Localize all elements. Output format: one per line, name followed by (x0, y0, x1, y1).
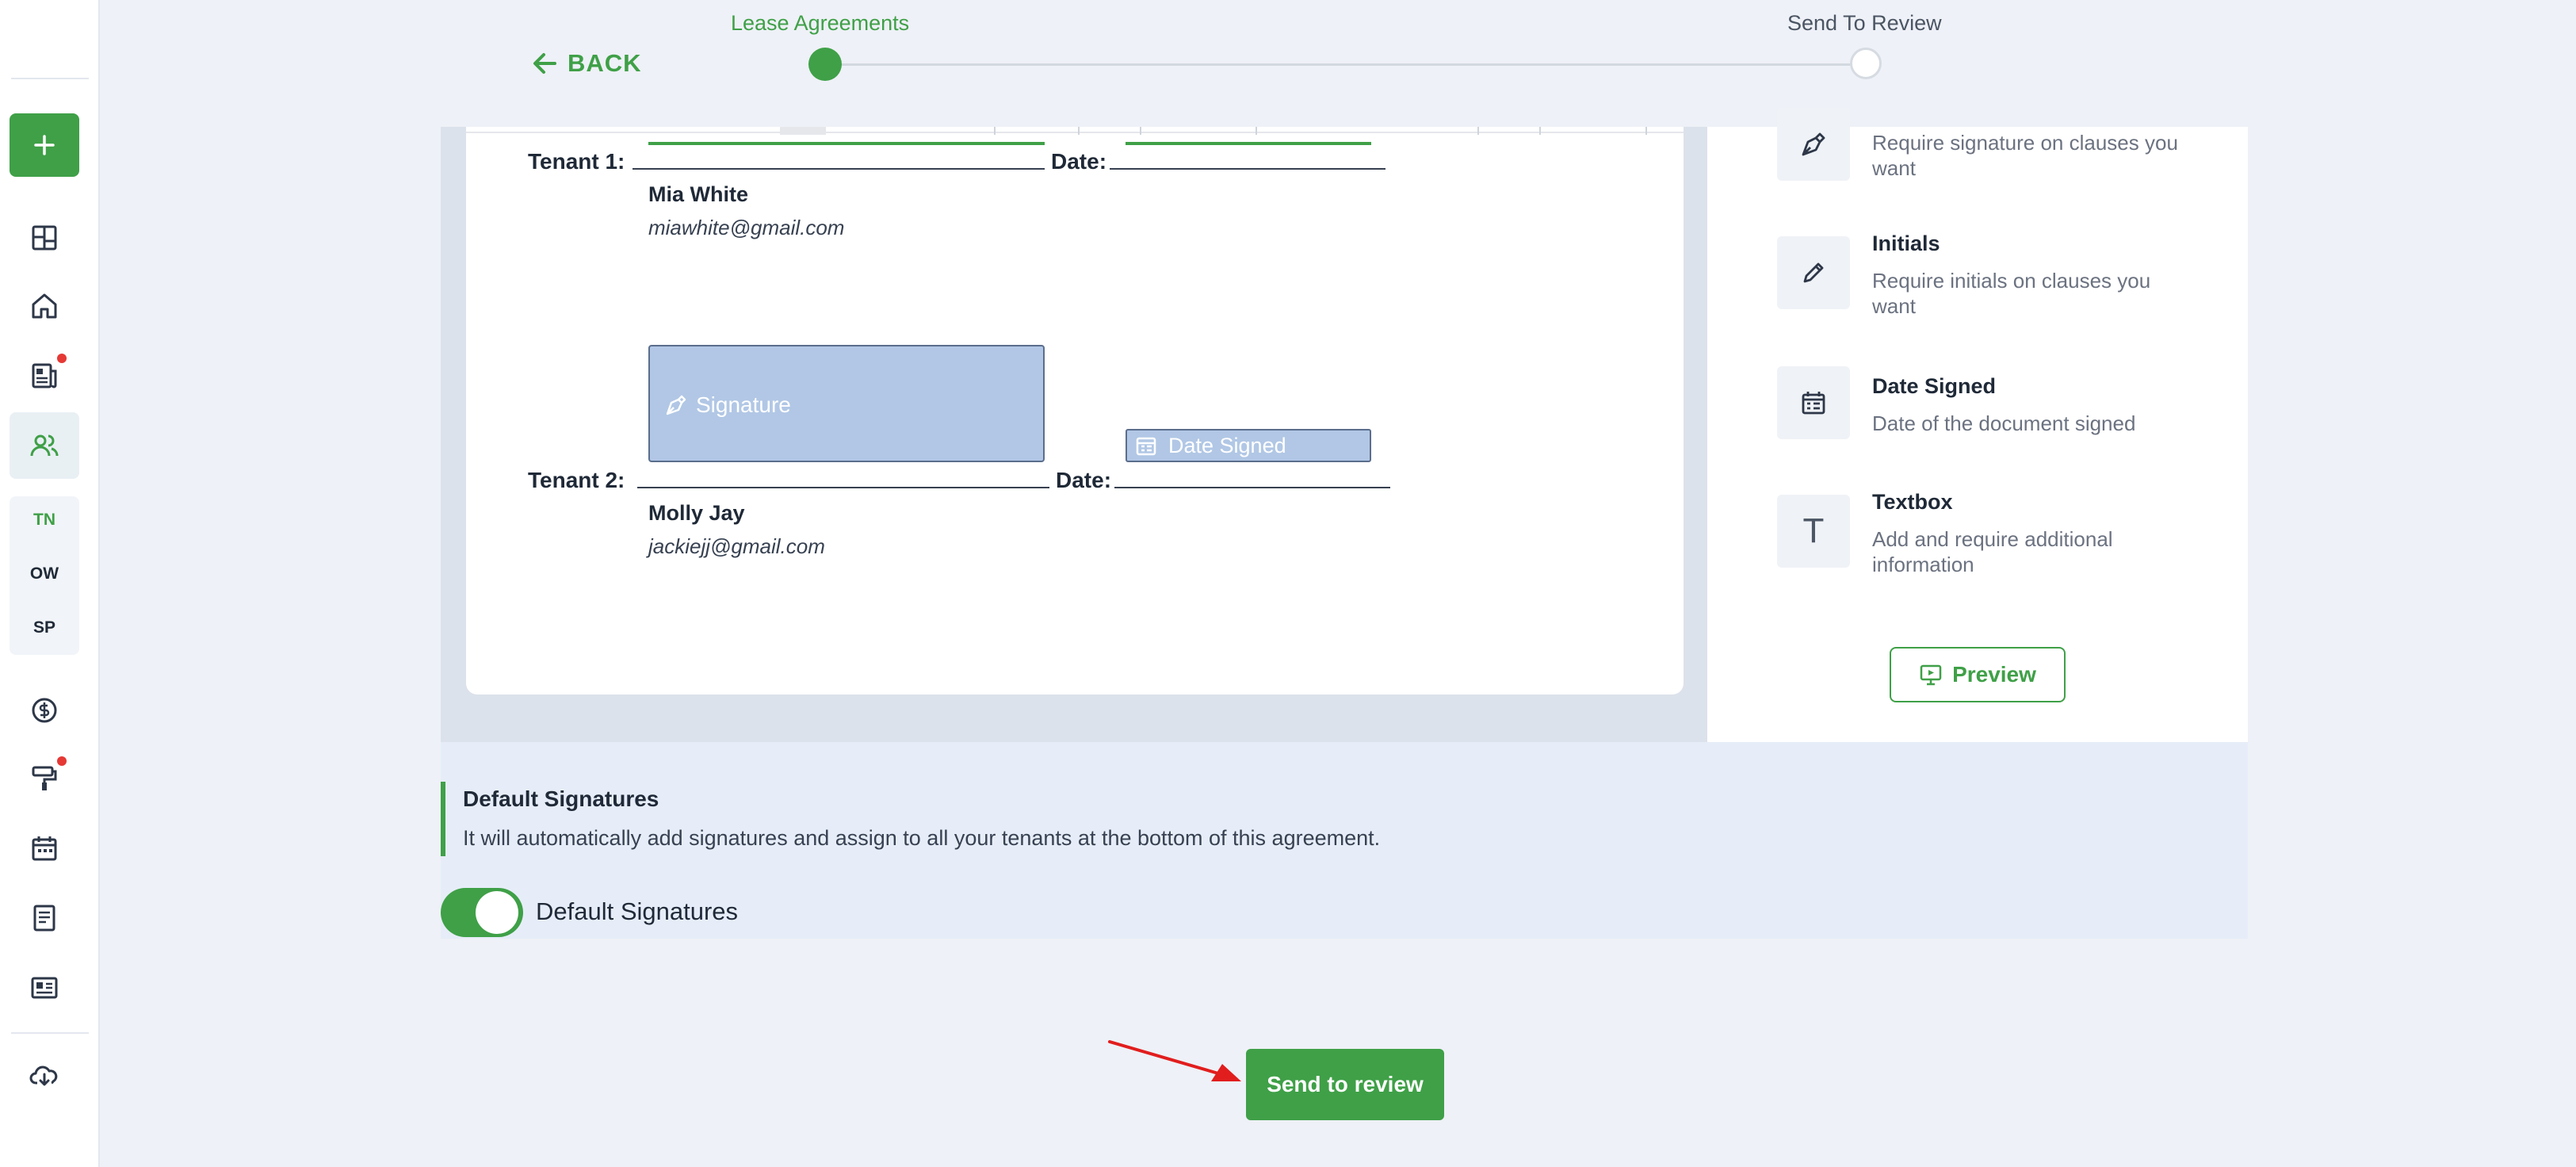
default-signatures-section: Default Signatures It will automatically… (441, 742, 2248, 939)
document-icon (33, 905, 55, 932)
ruler-handle (780, 127, 826, 135)
ruler-tick (1140, 127, 1141, 135)
sidebar-item-people[interactable] (22, 423, 67, 468)
presentation-icon (1920, 664, 1942, 686)
tenant1-name: Mia White (648, 182, 748, 206)
default-signatures-title: Default Signatures (463, 786, 659, 811)
stepper-line (824, 63, 1864, 66)
tenant2-label: Tenant 2: (528, 468, 625, 492)
tenant1-date-line (1110, 168, 1385, 170)
pen-nib-icon (1802, 132, 1825, 156)
add-button[interactable] (10, 113, 79, 177)
notification-dot (57, 756, 67, 766)
arrow-left-icon (533, 53, 556, 74)
tenant2-date-label: Date: (1056, 468, 1112, 492)
step-lease-agreements-label: Lease Agreements (731, 11, 910, 35)
field-date-signed-title: Date Signed (1872, 374, 1997, 398)
pencil-icon (1803, 262, 1824, 283)
tenant2-date-line (1114, 487, 1390, 488)
tenant1-date-label: Date: (1051, 149, 1107, 174)
preview-label: Preview (1952, 662, 2036, 687)
text-t-icon: T (1802, 511, 1825, 550)
tenant1-email: miawhite@gmail.com (648, 216, 845, 239)
tenant1-label: Tenant 1: (528, 149, 625, 174)
step-lease-agreements-dot[interactable] (808, 48, 842, 81)
sidebar-item-accounting[interactable] (22, 688, 67, 733)
submenu-item-owners[interactable]: OW (10, 564, 79, 584)
signature-field-label: Signature (696, 392, 791, 417)
ruler-tick (1256, 127, 1257, 135)
dollar-circle-icon (32, 698, 57, 723)
pen-nib-icon (666, 395, 686, 415)
tenant2-email: jackiejj@gmail.com (648, 534, 825, 558)
section-accent-bar (441, 782, 445, 856)
field-textbox[interactable]: T (1777, 495, 1850, 568)
submenu-item-tenants[interactable]: TN (10, 511, 79, 530)
sidebar-item-reports[interactable] (22, 966, 67, 1010)
tenant2-signature-field[interactable]: Signature (648, 345, 1045, 462)
preview-button[interactable]: Preview (1890, 647, 2066, 702)
people-submenu: TN OW SP (10, 496, 79, 655)
sidebar: TN OW SP (0, 0, 100, 1167)
field-initials-title: Initials (1872, 231, 1940, 255)
dashboard-icon (32, 225, 57, 251)
calendar-icon (32, 836, 57, 861)
newspaper-icon (32, 363, 57, 388)
sidebar-item-properties[interactable] (22, 284, 67, 328)
tenant1-signature-line (633, 168, 1045, 170)
paint-roller-icon (32, 766, 57, 790)
step-send-to-review-label: Send To Review (1787, 11, 1942, 35)
ruler-tick (1477, 127, 1479, 135)
sidebar-divider (11, 78, 89, 79)
page-ruler (466, 127, 1684, 133)
ruler-tick (1645, 127, 1647, 135)
plus-icon (34, 135, 55, 155)
default-signatures-toggle[interactable] (441, 888, 523, 937)
cloud-download-icon (29, 1066, 58, 1086)
field-date-signed-desc: Date of the document signed (1872, 411, 2136, 435)
ruler-tick (994, 127, 996, 135)
field-signature-desc: Require signature on clauses you want (1872, 131, 2178, 180)
step-send-to-review-dot[interactable] (1850, 48, 1882, 79)
field-textbox-desc: Add and require additional information (1872, 527, 2113, 576)
field-signature[interactable] (1777, 108, 1850, 181)
annotation-arrow (1108, 1040, 1241, 1081)
sidebar-divider (11, 1032, 89, 1034)
submenu-item-service-pros[interactable]: SP (10, 618, 79, 637)
toggle-knob (476, 891, 518, 934)
field-date-signed[interactable] (1777, 366, 1850, 439)
ruler-tick (1078, 127, 1080, 135)
tenant2-date-field[interactable]: Date Signed (1126, 429, 1371, 462)
id-card-icon (31, 977, 58, 999)
tenant1-signature-placed[interactable] (648, 142, 1045, 145)
date-field-label: Date Signed (1168, 433, 1286, 457)
sidebar-item-download[interactable] (22, 1053, 67, 1097)
sidebar-item-documents[interactable] (22, 896, 67, 940)
field-initials-desc: Require initials on clauses you want (1872, 269, 2151, 318)
back-label: BACK (568, 49, 642, 77)
tenant2-signature-line (637, 487, 1049, 488)
default-signatures-desc: It will automatically add signatures and… (463, 826, 1381, 850)
calendar-icon (1136, 437, 1156, 456)
send-to-review-button[interactable]: Send to review (1246, 1049, 1444, 1120)
field-textbox-title: Textbox (1872, 490, 1953, 514)
default-signatures-toggle-label: Default Signatures (536, 897, 739, 925)
sidebar-item-dashboard[interactable] (22, 216, 67, 260)
home-icon (32, 293, 57, 319)
sidebar-item-calendar[interactable] (22, 826, 67, 870)
field-initials[interactable] (1777, 236, 1850, 309)
ruler-tick (1539, 127, 1541, 135)
signature-field-label-wrap: Signature (664, 392, 791, 418)
back-button[interactable]: BACK (531, 49, 642, 78)
tenant2-name: Molly Jay (648, 501, 745, 525)
notification-dot (57, 354, 67, 363)
calendar-icon (1802, 392, 1825, 415)
users-icon (30, 434, 59, 457)
tenant1-date-placed[interactable] (1126, 142, 1371, 145)
